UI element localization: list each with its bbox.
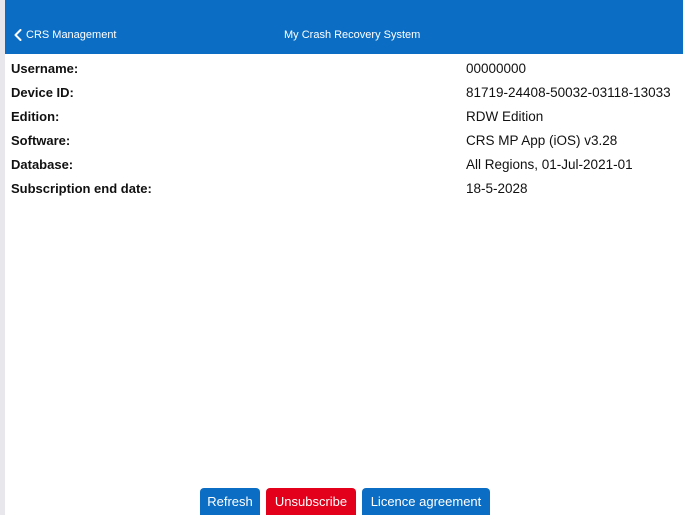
device-id-label: Device ID: [11,85,74,100]
subscription-end-label: Subscription end date: [11,181,152,196]
info-row-device-id: Device ID: 81719-24408-50032-03118-13033 [5,83,683,103]
subscription-end-value: 18-5-2028 [466,181,528,196]
database-value: All Regions, 01-Jul-2021-01 [466,157,633,172]
chevron-left-icon [14,29,22,41]
username-value: 00000000 [466,61,527,76]
navigation-bar: CRS Management My Crash Recovery System [5,0,683,54]
edition-value: RDW Edition [466,109,544,124]
device-id-value: 81719-24408-50032-03118-13033 [466,85,671,100]
info-row-software: Software: CRS MP App (iOS) v3.28 [5,131,683,151]
unsubscribe-button[interactable]: Unsubscribe [266,488,356,515]
subscription-info: Username: 00000000 Device ID: 81719-2440… [5,54,683,214]
database-label: Database: [11,157,74,172]
info-row-edition: Edition: RDW Edition [5,107,683,127]
info-row-database: Database: All Regions, 01-Jul-2021-01 [5,155,683,175]
refresh-button[interactable]: Refresh [200,488,260,515]
info-row-subscription-end: Subscription end date: 18-5-2028 [5,179,683,199]
info-row-username: Username: 00000000 [5,59,683,79]
software-value: CRS MP App (iOS) v3.28 [466,133,618,148]
licence-agreement-button[interactable]: Licence agreement [362,488,490,515]
back-button[interactable]: CRS Management [14,25,117,45]
page-title: My Crash Recovery System [284,29,421,41]
edition-label: Edition: [11,109,60,124]
software-label: Software: [11,133,71,148]
back-button-label: CRS Management [26,29,117,41]
username-label: Username: [11,61,79,76]
